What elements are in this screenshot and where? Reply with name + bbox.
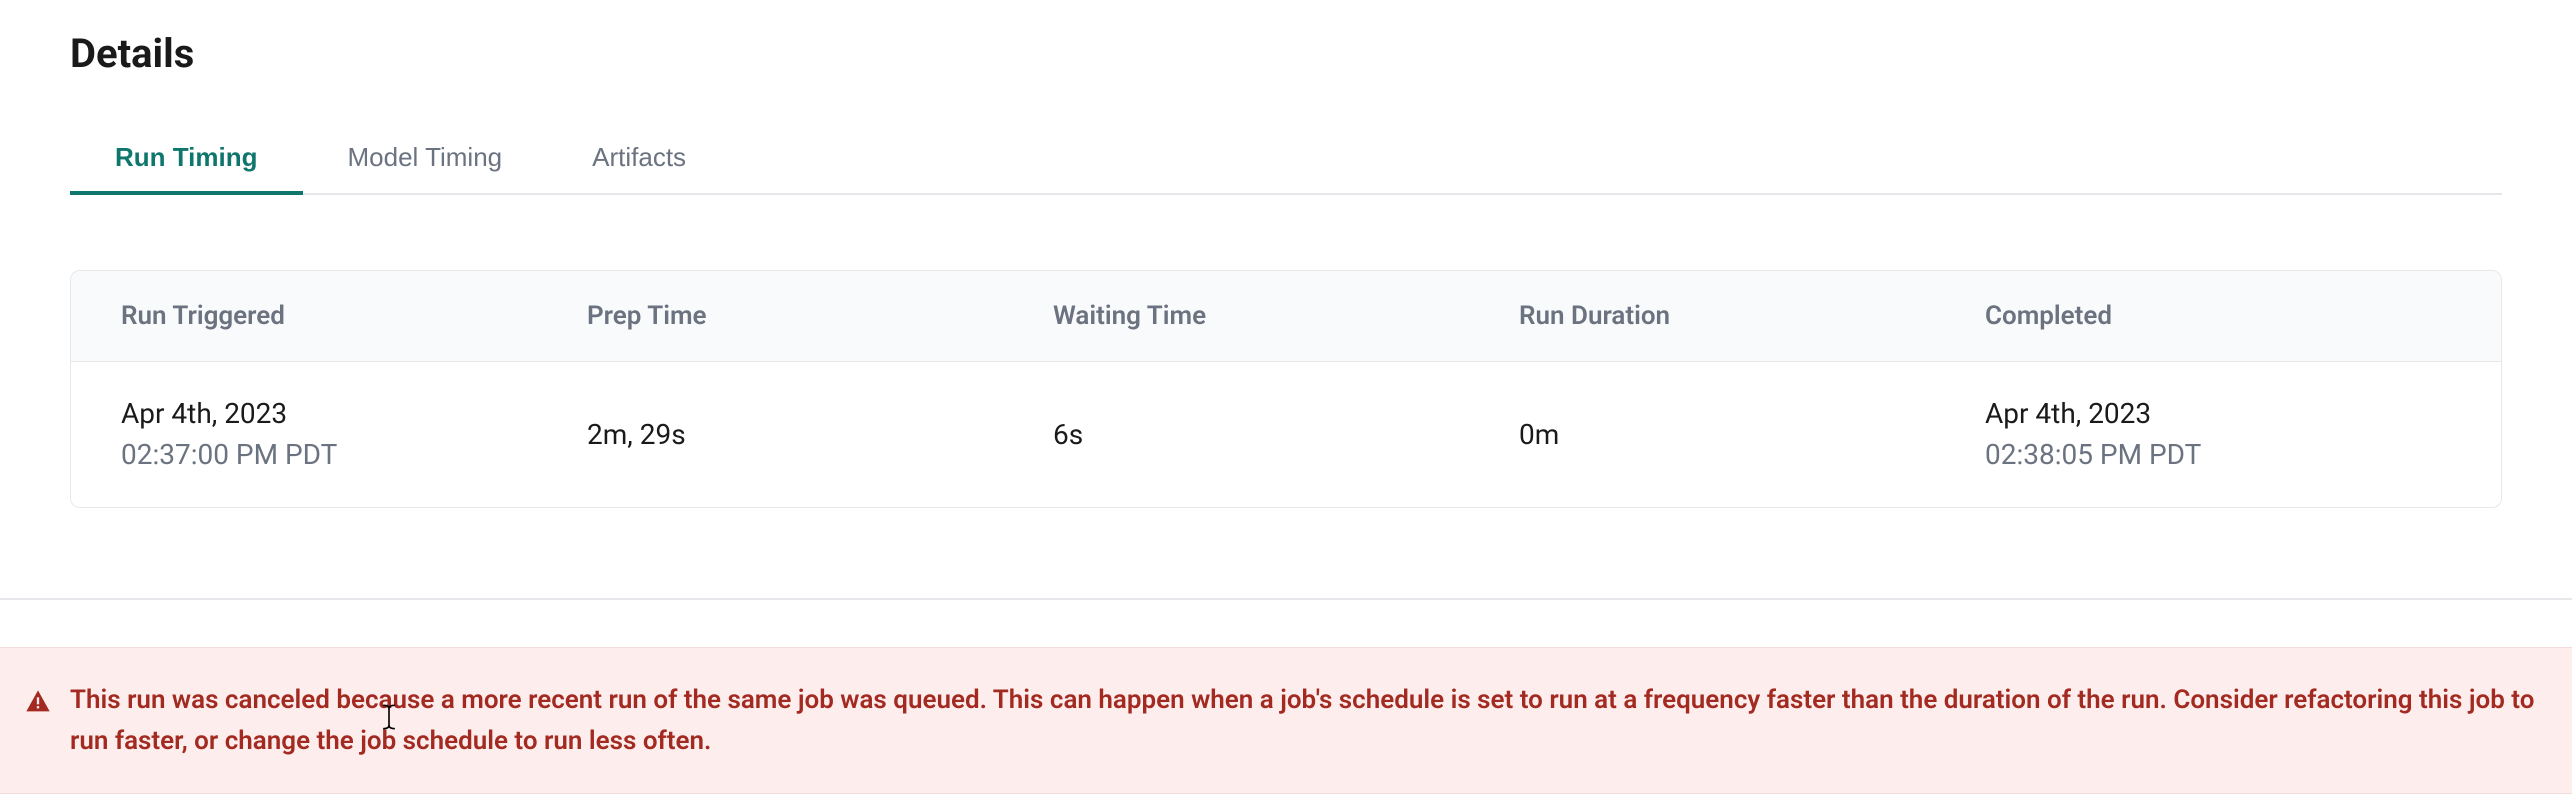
- timing-card: Run Triggered Prep Time Waiting Time Run…: [70, 270, 2502, 508]
- tabs: Run Timing Model Timing Artifacts: [70, 122, 2502, 195]
- page-title: Details: [70, 30, 2502, 77]
- header-run-triggered: Run Triggered: [121, 301, 587, 331]
- completed-date: Apr 4th, 2023: [1985, 394, 2451, 435]
- waiting-value: 6s: [1053, 394, 1519, 475]
- tab-artifacts[interactable]: Artifacts: [547, 122, 731, 193]
- warning-icon: [24, 688, 52, 716]
- alert-banner: This run was canceled because a more rec…: [0, 647, 2572, 794]
- triggered-date: Apr 4th, 2023: [121, 394, 587, 435]
- tab-model-timing[interactable]: Model Timing: [303, 122, 548, 193]
- prep-value: 2m, 29s: [587, 394, 1053, 475]
- header-waiting-time: Waiting Time: [1053, 301, 1519, 331]
- triggered-time: 02:37:00 PM PDT: [121, 435, 587, 476]
- tab-run-timing[interactable]: Run Timing: [70, 122, 303, 193]
- header-completed: Completed: [1985, 301, 2451, 331]
- duration-value: 0m: [1519, 394, 1985, 475]
- timing-body-row: Apr 4th, 2023 02:37:00 PM PDT 2m, 29s 6s…: [71, 362, 2501, 507]
- header-run-duration: Run Duration: [1519, 301, 1985, 331]
- section-divider: [0, 598, 2572, 600]
- timing-header-row: Run Triggered Prep Time Waiting Time Run…: [71, 271, 2501, 362]
- alert-message: This run was canceled because a more rec…: [70, 680, 2548, 761]
- header-prep-time: Prep Time: [587, 301, 1053, 331]
- completed-time: 02:38:05 PM PDT: [1985, 435, 2451, 476]
